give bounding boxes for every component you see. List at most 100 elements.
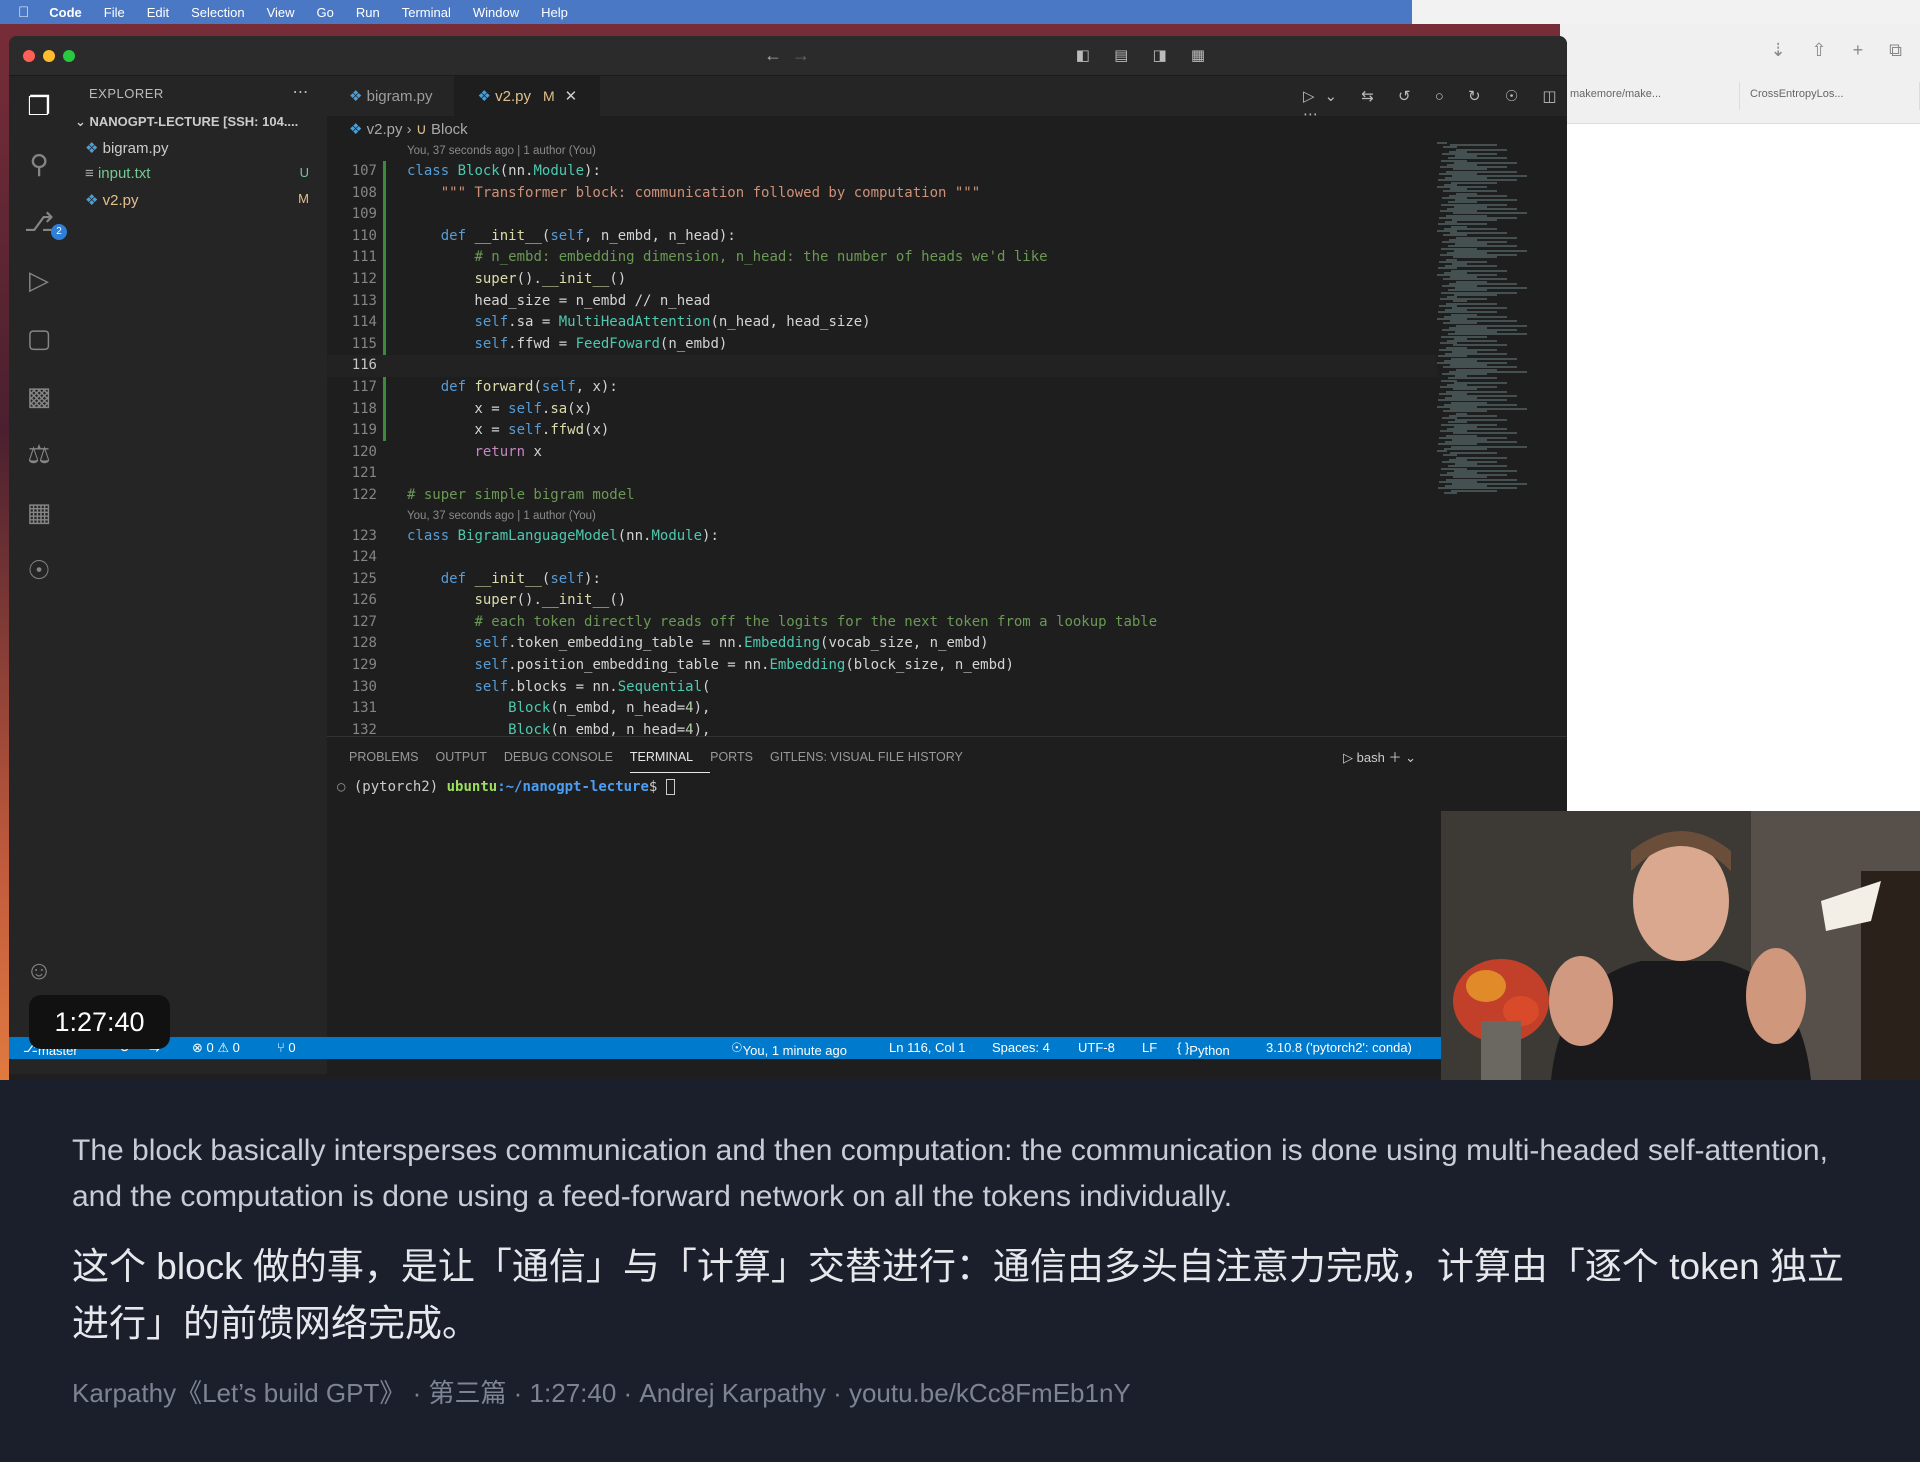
close-tab-icon[interactable]: ✕ (565, 88, 578, 105)
run-debug-icon[interactable]: ▷ (21, 262, 57, 298)
browser-tab[interactable]: CrossEntropyLos... (1740, 82, 1920, 110)
cursor-position[interactable]: Ln 116, Col 1 (889, 1040, 965, 1055)
download-icon[interactable]: ⇣ (1770, 40, 1785, 61)
menu-edit[interactable]: Edit (147, 5, 169, 20)
tab-debug-console[interactable]: DEBUG CONSOLE (504, 737, 630, 773)
code-line[interactable]: 113 head_size = n_embd // n_head (327, 291, 1437, 313)
search-icon[interactable]: ⚲ (21, 146, 57, 182)
breadcrumb-file[interactable]: v2.py (367, 121, 403, 138)
code-line[interactable]: 111 # n_embd: embedding dimension, n_hea… (327, 247, 1437, 269)
menu-view[interactable]: View (267, 5, 295, 20)
source-control-icon[interactable]: ⎇ 2 (21, 204, 67, 240)
new-terminal-icon[interactable]: ＋ (1388, 750, 1401, 765)
remote-explorer-icon[interactable]: ▢ (21, 320, 57, 356)
code-line[interactable]: 114 self.sa = MultiHeadAttention(n_head,… (327, 312, 1437, 334)
explorer-icon[interactable]: ❐ (21, 88, 57, 124)
file-item-bigram[interactable]: ❖ bigram.py (69, 134, 327, 160)
share-icon[interactable]: ⇧ (1812, 40, 1827, 61)
file-item-v2[interactable]: ❖ v2.py M (69, 186, 327, 212)
more-actions-icon[interactable]: ⋯ (293, 82, 310, 102)
problems-status[interactable]: ⊗ 0 ⚠ 0 (192, 1040, 240, 1056)
code-line[interactable]: 129 self.position_embedding_table = nn.E… (327, 655, 1437, 677)
zoom-window-button[interactable] (63, 50, 75, 62)
code-line[interactable]: 131 Block(n_embd, n_head=4), (327, 698, 1437, 720)
code-line[interactable]: 121 (327, 463, 1437, 485)
menu-app-name[interactable]: Code (49, 5, 82, 20)
more-actions-icon[interactable]: ⋯ (1303, 106, 1328, 123)
split-editor-icon[interactable]: ◫ (1542, 88, 1566, 105)
notebook-icon[interactable]: ▦ (21, 494, 57, 530)
encoding-status[interactable]: UTF-8 (1078, 1040, 1115, 1055)
code-line[interactable]: 123 class BigramLanguageModel(nn.Module): (327, 526, 1437, 548)
testing-icon[interactable]: ⚖ (21, 436, 57, 472)
code-line[interactable]: 127 # each token directly reads off the … (327, 612, 1437, 634)
tab-ports[interactable]: PORTS (710, 737, 770, 773)
code-line[interactable]: 119 x = self.ffwd(x) (327, 420, 1437, 442)
previous-change-icon[interactable]: ↺ (1398, 88, 1421, 105)
browser-tab[interactable]: makemore/make... (1560, 82, 1740, 110)
toggle-panel-icon[interactable]: ▤ (1114, 47, 1138, 64)
compare-icon[interactable]: ⇆ (1361, 88, 1384, 105)
blame-status[interactable]: ☉ You, 1 minute ago (731, 1040, 847, 1058)
code-line[interactable]: 115 self.ffwd = FeedFoward(n_embd) (327, 334, 1437, 356)
language-status[interactable]: { } Python (1177, 1040, 1230, 1058)
gitlens-icon[interactable]: ☉ (21, 552, 57, 588)
terminal-shell-label[interactable]: bash (1357, 750, 1385, 765)
code-line[interactable]: 122 # super simple bigram model (327, 485, 1437, 507)
revert-icon[interactable]: ○ (1435, 88, 1454, 105)
tab-gitlens-history[interactable]: GITLENS: VISUAL FILE HISTORY (770, 737, 980, 773)
menu-selection[interactable]: Selection (191, 5, 244, 20)
code-line[interactable]: 128 self.token_embedding_table = nn.Embe… (327, 633, 1437, 655)
code-line[interactable]: 108 """ Transformer block: communication… (327, 183, 1437, 205)
file-item-input[interactable]: ≡ input.txt U (69, 160, 327, 186)
customize-layout-icon[interactable]: ▦ (1191, 47, 1215, 64)
menu-run[interactable]: Run (356, 5, 380, 20)
code-line[interactable]: 107 class Block(nn.Module): (327, 161, 1437, 183)
close-window-button[interactable] (23, 50, 35, 62)
account-icon[interactable]: ☺ (21, 952, 57, 988)
forward-arrow-icon[interactable]: → (792, 45, 820, 65)
new-tab-icon[interactable]: + (1853, 40, 1864, 61)
next-change-icon[interactable]: ↻ (1468, 88, 1491, 105)
gitlens-blame-icon[interactable]: ☉ (1505, 88, 1528, 105)
eol-status[interactable]: LF (1142, 1040, 1157, 1055)
code-line[interactable]: 116 (327, 355, 1437, 377)
tab-bigram[interactable]: ❖ bigram.py (327, 76, 456, 116)
code-line[interactable]: 109 (327, 204, 1437, 226)
menu-file[interactable]: File (104, 5, 125, 20)
code-line[interactable]: 120 return x (327, 442, 1437, 464)
minimap[interactable] (1437, 142, 1537, 742)
tab-output[interactable]: OUTPUT (435, 737, 503, 773)
code-line[interactable]: 125 def __init__(self): (327, 569, 1437, 591)
code-line[interactable]: 126 super().__init__() (327, 590, 1437, 612)
back-arrow-icon[interactable]: ← (764, 45, 792, 65)
minimize-window-button[interactable] (43, 50, 55, 62)
menu-go[interactable]: Go (317, 5, 334, 20)
menu-terminal[interactable]: Terminal (402, 5, 451, 20)
code-line[interactable]: 130 self.blocks = nn.Sequential( (327, 677, 1437, 699)
code-editor[interactable]: You, 37 seconds ago | 1 author (You) 107 c… (327, 142, 1437, 736)
toggle-sidebar-icon[interactable]: ◧ (1076, 47, 1100, 64)
breadcrumb-symbol[interactable]: Block (431, 121, 468, 138)
ports-status[interactable]: ⑂ 0 (277, 1040, 296, 1055)
code-line[interactable]: 112 super().__init__() (327, 269, 1437, 291)
terminal-output[interactable]: ○ (pytorch2) ubuntu:~/nanogpt-lecture$ (327, 773, 1567, 795)
chevron-down-icon[interactable]: ⌄ (1325, 88, 1348, 105)
code-line[interactable]: 118 x = self.sa(x) (327, 399, 1437, 421)
apple-icon[interactable]:  (18, 4, 29, 21)
tab-v2[interactable]: ❖ v2.py M ✕ (455, 76, 601, 116)
code-line[interactable]: 132 Block(n_embd, n_head=4), (327, 720, 1437, 736)
code-line[interactable]: 117 def forward(self, x): (327, 377, 1437, 399)
code-line[interactable]: 124 (327, 547, 1437, 569)
extensions-icon[interactable]: ▩ (21, 378, 57, 414)
code-line[interactable]: 110 def __init__(self, n_embd, n_head): (327, 226, 1437, 248)
indentation-status[interactable]: Spaces: 4 (992, 1040, 1050, 1055)
menu-window[interactable]: Window (473, 5, 519, 20)
tab-terminal[interactable]: TERMINAL (629, 737, 711, 773)
interpreter-status[interactable]: 3.10.8 ('pytorch2': conda) (1266, 1040, 1412, 1055)
toggle-secondary-sidebar-icon[interactable]: ◨ (1152, 47, 1176, 64)
workspace-folder[interactable]: ⌄ NANOGPT-LECTURE [SSH: 104.... (69, 110, 327, 134)
tab-overview-icon[interactable]: ⧉ (1889, 40, 1902, 61)
menu-help[interactable]: Help (541, 5, 568, 20)
run-icon[interactable]: ▷ (1303, 88, 1325, 105)
